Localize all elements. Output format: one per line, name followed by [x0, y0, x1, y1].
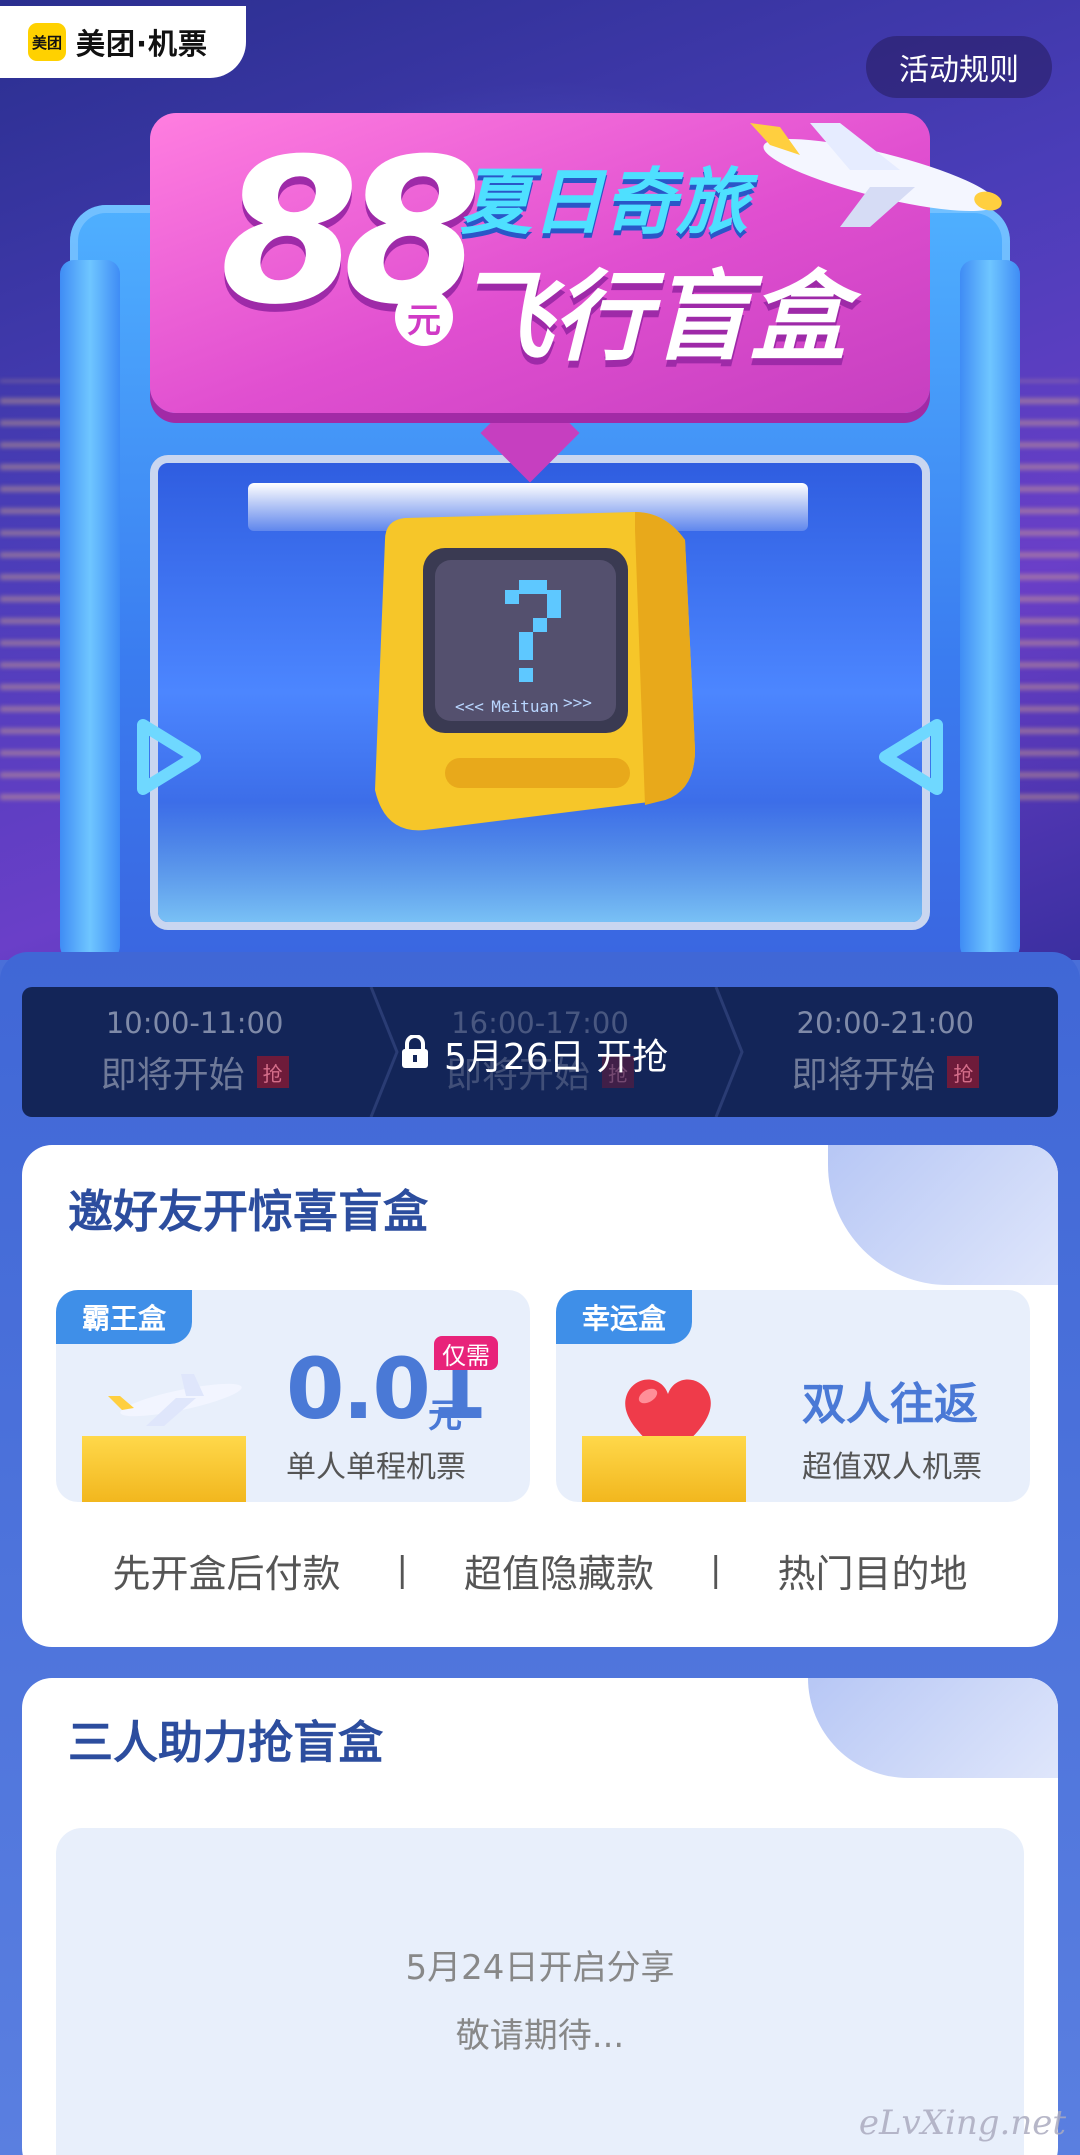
airplane-icon — [730, 115, 1030, 235]
slot-time: 10:00-11:00 — [105, 1006, 284, 1040]
only-need-badge: 仅需 — [434, 1336, 498, 1370]
slot-status: 即将开始 — [791, 1055, 936, 1096]
three-person-assist-card: 三人助力抢盲盒 5月24日开启分享 敬请期待... — [22, 1678, 1058, 2155]
gift-box-icon — [582, 1436, 746, 1502]
gift-box-icon — [82, 1436, 246, 1502]
offer-tag: 霸王盒 — [56, 1290, 193, 1344]
invite-friends-card: 邀好友开惊喜盲盒 霸王盒 0.01 元 仅需 单人单程机票 幸运盒 双人往返 超… — [22, 1145, 1058, 1647]
meituan-logo: 美团 — [28, 23, 66, 61]
offer-headline: 双人往返 — [802, 1379, 978, 1430]
card-decoration — [828, 1145, 1058, 1285]
mystery-box-icon[interactable]: Meituan <<< >>> — [345, 500, 725, 870]
slot-status: 即将开始 — [100, 1055, 245, 1096]
offer-subtitle: 超值双人机票 — [802, 1450, 982, 1485]
share-start-date: 5月24日开启分享 — [405, 1948, 675, 1988]
feature-item: 先开盒后付款 — [112, 1551, 341, 1596]
svg-text:>>>: >>> — [563, 693, 592, 712]
feature-item: 热门目的地 — [777, 1551, 968, 1596]
slot-grab-badge: 抢 — [256, 1056, 289, 1088]
svg-text:<<<: <<< — [455, 697, 484, 716]
machine-post-right — [960, 260, 1020, 960]
brand-tab[interactable]: 美团 美团·机票 — [0, 6, 246, 78]
time-slot[interactable]: 10:00-11:00 即将开始 抢 — [22, 987, 367, 1117]
banner-title-line2: 飞行盲盒 — [455, 261, 848, 375]
overlord-box-offer[interactable]: 霸王盒 0.01 元 仅需 单人单程机票 — [56, 1290, 530, 1502]
next-arrow-icon[interactable] — [872, 712, 952, 802]
feature-separator: | — [710, 1550, 722, 1590]
start-date-text: 5月26日 开抢 — [444, 1037, 669, 1078]
machine-post-left — [60, 260, 120, 960]
feature-item: 超值隐藏款 — [463, 1551, 654, 1596]
brand-name: 美团·机票 — [76, 27, 209, 61]
offer-tag: 幸运盒 — [556, 1290, 693, 1344]
time-slot[interactable]: 20:00-21:00 即将开始 抢 — [713, 987, 1058, 1117]
stay-tuned-text: 敬请期待... — [455, 2016, 625, 2056]
watermark-text: eLvXing.net — [858, 2103, 1066, 2143]
slot-grab-badge: 抢 — [947, 1056, 980, 1088]
offer-subtitle: 单人单程机票 — [286, 1450, 466, 1485]
hero-section: Meituan <<< >>> 88 元 夏日奇旅 飞行盲盒 美团 美团·机票 … — [0, 0, 1080, 960]
card-decoration — [808, 1678, 1058, 1778]
invite-card-title: 邀好友开惊喜盲盒 — [68, 1185, 429, 1238]
feature-list: 先开盒后付款 | 超值隐藏款 | 热门目的地 — [22, 1535, 1058, 1605]
slot-time: 20:00-21:00 — [796, 1006, 975, 1040]
banner-title-line1: 夏日奇旅 — [460, 160, 749, 244]
assist-card-title: 三人助力抢盲盒 — [68, 1716, 384, 1769]
offer-price-unit: 元 — [428, 1396, 462, 1436]
prev-arrow-icon[interactable] — [128, 712, 208, 802]
lock-icon — [400, 1034, 430, 1073]
airplane-icon — [86, 1368, 256, 1438]
banner-price-unit: 元 — [395, 288, 453, 346]
feature-separator: | — [396, 1550, 408, 1590]
slot-divider — [714, 987, 744, 1117]
activity-rules-button[interactable]: 活动规则 — [866, 36, 1052, 98]
lucky-box-offer[interactable]: 幸运盒 双人往返 超值双人机票 — [556, 1290, 1030, 1502]
locked-slot-notice: 5月26日 开抢 — [400, 1026, 690, 1082]
box-screen-text: Meituan — [491, 697, 558, 716]
